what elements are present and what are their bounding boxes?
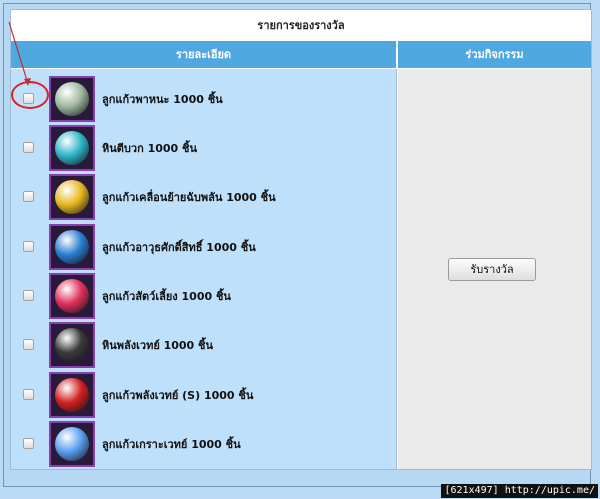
reward-row: หินพลังเวทย์ 1000 ชิ้น xyxy=(11,320,396,369)
reward-label: ลูกแก้วพาหนะ 1000 ชิ้น xyxy=(102,93,223,106)
pet-orb-icon xyxy=(49,273,95,319)
reward-checkbox[interactable] xyxy=(23,290,34,301)
magic-stone-icon xyxy=(49,322,95,368)
reward-row: ลูกแก้วสัตว์เลี้ยง 1000 ชิ้น xyxy=(11,271,396,320)
panel-title: รายการของรางวัล xyxy=(11,10,591,41)
column-header-detail: รายละเอียด xyxy=(11,41,397,68)
reward-checkbox[interactable] xyxy=(23,389,34,400)
reward-row: ลูกแก้วเกราะเวทย์ 1000 ชิ้น xyxy=(11,419,396,468)
reward-label: ลูกแก้วพลังเวทย์ (S) 1000 ชิ้น xyxy=(102,389,254,402)
reward-checkbox[interactable] xyxy=(23,142,34,153)
reward-label: ลูกแก้วสัตว์เลี้ยง 1000 ชิ้น xyxy=(102,290,231,303)
reward-checkbox[interactable] xyxy=(23,191,34,202)
reward-label: หินตีบวก 1000 ชิ้น xyxy=(102,142,197,155)
reward-checkbox[interactable] xyxy=(23,339,34,350)
reward-panel: รายการของรางวัล รายละเอียด ร่วมกิจกรรม ล… xyxy=(10,9,592,470)
reward-row: หินตีบวก 1000 ชิ้น xyxy=(11,123,396,172)
reward-label: หินพลังเวทย์ 1000 ชิ้น xyxy=(102,339,214,352)
reward-checkbox[interactable] xyxy=(23,241,34,252)
reward-label: ลูกแก้วเกราะเวทย์ 1000 ชิ้น xyxy=(102,438,241,451)
magic-orb-s-icon xyxy=(49,372,95,418)
watermark: [621x497] http://upic.me/ xyxy=(441,484,598,498)
reward-label: ลูกแก้วอาวุธศักดิ์สิทธิ์ 1000 ชิ้น xyxy=(102,241,256,254)
enhance-stone-icon xyxy=(49,125,95,171)
reward-row: ลูกแก้วพาหนะ 1000 ชิ้น xyxy=(11,74,396,123)
claim-reward-button[interactable]: รับรางวัล xyxy=(448,258,536,281)
magic-armor-orb-icon xyxy=(49,421,95,467)
reward-row: ลูกแก้วอาวุธศักดิ์สิทธิ์ 1000 ชิ้น xyxy=(11,222,396,271)
pointer-arrow-annotation xyxy=(8,21,31,86)
reward-checkbox[interactable] xyxy=(23,438,34,449)
reward-row: ลูกแก้วเคลื่อนย้ายฉับพลัน 1000 ชิ้น xyxy=(11,172,396,221)
teleport-orb-icon xyxy=(49,174,95,220)
reward-row: ลูกแก้วพลังเวทย์ (S) 1000 ชิ้น xyxy=(11,370,396,419)
join-column: รับรางวัล xyxy=(398,69,591,469)
holy-weapon-orb-icon xyxy=(49,224,95,270)
reward-label: ลูกแก้วเคลื่อนย้ายฉับพลัน 1000 ชิ้น xyxy=(102,191,276,204)
reward-list: ลูกแก้วพาหนะ 1000 ชิ้นหินตีบวก 1000 ชิ้น… xyxy=(11,69,397,469)
column-header-join: ร่วมกิจกรรม xyxy=(398,41,591,68)
